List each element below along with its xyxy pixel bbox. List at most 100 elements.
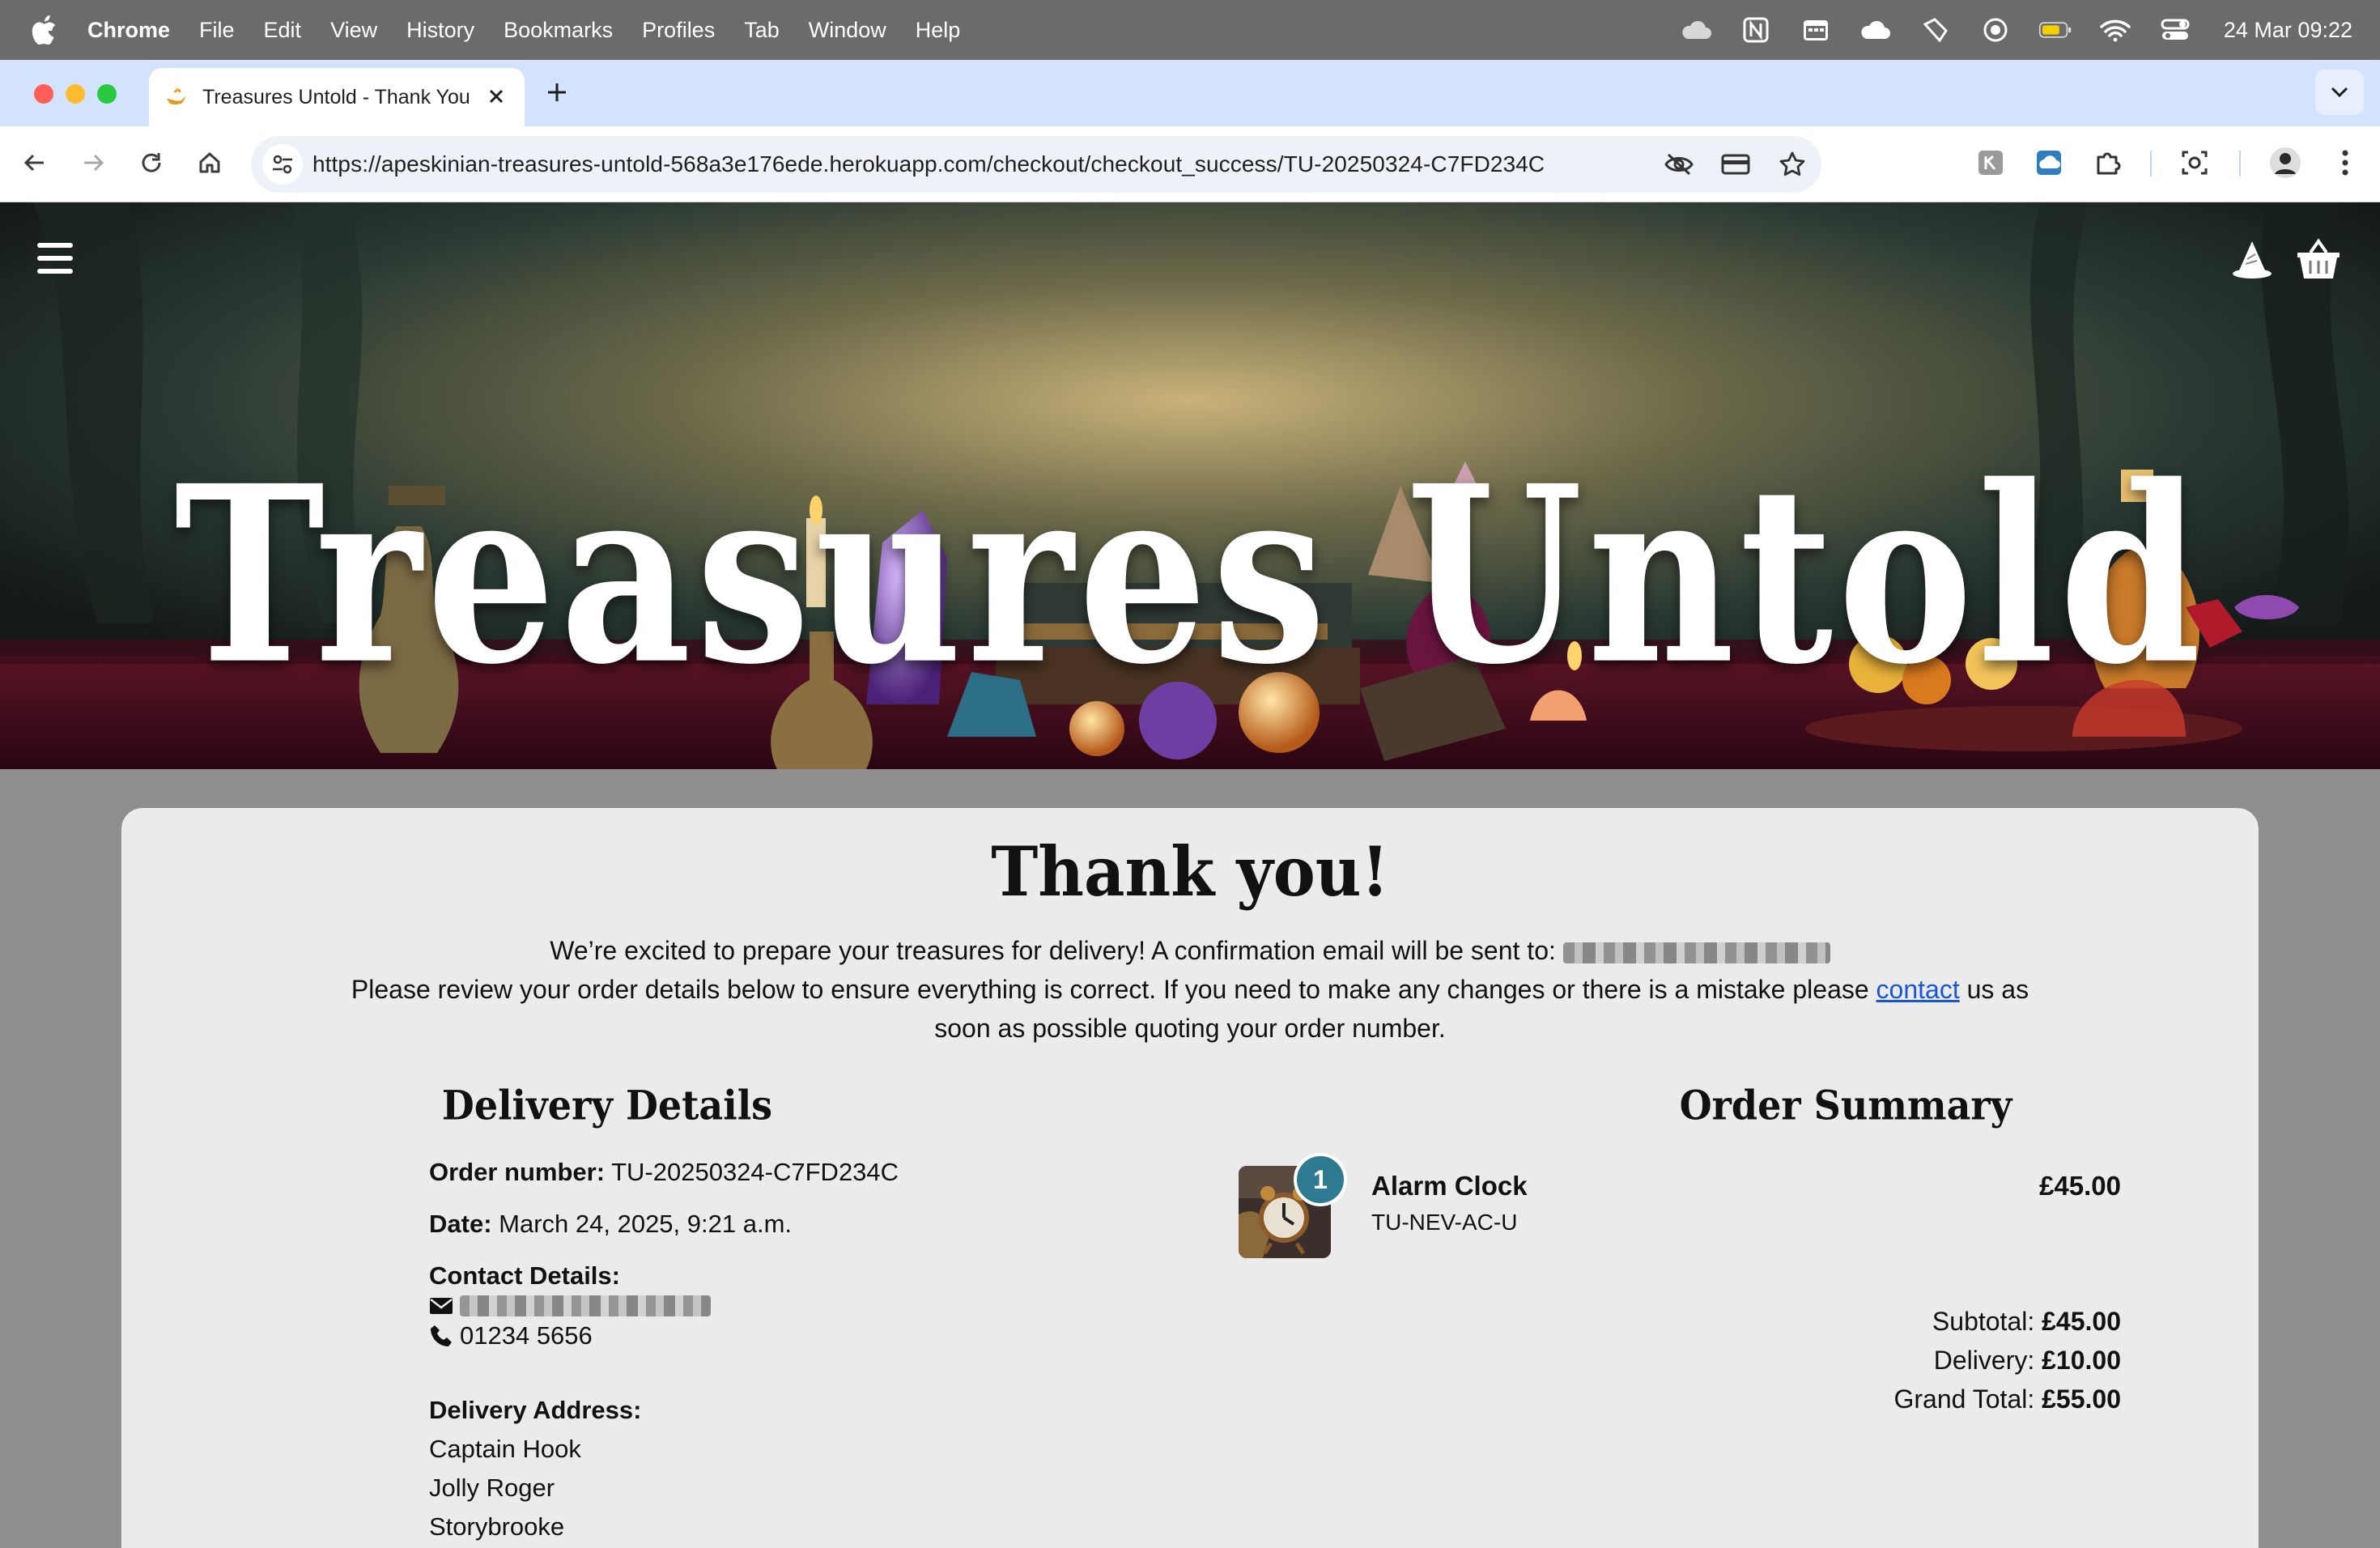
extension-cloud-icon[interactable] [2030, 144, 2068, 181]
delivery-details-title: Delivery Details [441, 1081, 773, 1129]
screenshot-icon[interactable] [2176, 144, 2213, 181]
redacted-email [1562, 942, 1830, 963]
delivery-cost-row: Delivery: £10.00 [1894, 1341, 2121, 1380]
cloud-sync-icon[interactable] [1859, 17, 1892, 43]
menu-window[interactable]: Window [809, 18, 886, 43]
order-summary-title: Order Summary [1679, 1081, 2012, 1129]
thank-you-heading: Thank you! [991, 832, 1389, 912]
new-tab-icon[interactable] [541, 76, 573, 108]
control-center-icon[interactable] [2159, 17, 2191, 43]
phone-icon [431, 1325, 452, 1346]
apple-icon[interactable] [31, 15, 58, 45]
lamp-favicon-icon [167, 87, 186, 105]
delivery-address-block: Delivery Address: Captain Hook Jolly Rog… [429, 1391, 641, 1546]
toolbar-separator [2150, 151, 2152, 176]
tab-search-button[interactable] [2315, 70, 2364, 115]
status-area: 24 Mar 09:22 [1680, 0, 2352, 60]
battery-icon[interactable] [2038, 17, 2072, 43]
shopping-basket-icon[interactable] [2296, 238, 2341, 280]
menu-profiles[interactable]: Profiles [642, 18, 715, 43]
menu-history[interactable]: History [406, 18, 474, 43]
order-number-label: Order number: [429, 1158, 606, 1186]
wifi-icon[interactable] [2099, 17, 2131, 43]
web-page: Treasures Untold Thank you! We’re excite… [0, 202, 2380, 1548]
intro-line-3: soon as possible quoting your order numb… [934, 1014, 1446, 1043]
contact-link[interactable]: contact [1876, 975, 1960, 1004]
chrome-menu-icon[interactable] [2327, 144, 2364, 181]
order-number-value: TU-20250324-C7FD234C [611, 1158, 899, 1186]
date-value: March 24, 2025, 9:21 a.m. [499, 1210, 793, 1238]
subtotal-row: Subtotal: £45.00 [1894, 1302, 2121, 1341]
extension-grey-icon[interactable] [1972, 144, 2009, 181]
grand-total-label: Grand Total: [1893, 1384, 2035, 1414]
delivery-cost-label: Delivery: [1933, 1346, 2035, 1375]
order-totals: Subtotal: £45.00 Delivery: £10.00 Grand … [1894, 1302, 2122, 1418]
intro-line-1: We’re excited to prepare your treasures … [550, 936, 1556, 965]
address-bar[interactable]: https://apeskinian-treasures-untold-568a… [251, 136, 1821, 193]
chevron-down-icon [2331, 87, 2348, 98]
order-line-item: 1 Alarm Clock TU-NEV-AC-U £45.00 [1239, 1153, 2121, 1258]
item-price: £45.00 [2039, 1171, 2121, 1201]
menu-help[interactable]: Help [916, 18, 961, 43]
grand-total-row: Grand Total: £55.00 [1894, 1380, 2122, 1418]
hamburger-menu-icon[interactable] [37, 243, 73, 275]
close-tab-icon[interactable] [484, 84, 508, 108]
grand-total-value: £55.00 [2042, 1384, 2121, 1414]
menu-file[interactable]: File [199, 18, 235, 43]
profile-avatar-icon[interactable] [2267, 144, 2304, 181]
notion-icon[interactable] [1740, 17, 1772, 43]
close-window-button[interactable] [34, 84, 53, 104]
home-icon [199, 152, 220, 173]
menu-view[interactable]: View [330, 18, 377, 43]
site-info-icon[interactable] [262, 144, 303, 185]
bookmark-star-icon[interactable] [1774, 144, 1810, 185]
phone-number: 01234 5656 [460, 1321, 593, 1350]
account-wizard-hat-icon[interactable] [2231, 238, 2273, 280]
date-label: Date: [429, 1210, 492, 1238]
menu-edit[interactable]: Edit [264, 18, 302, 43]
site-brand-title[interactable]: Treasures Untold [0, 453, 2380, 696]
reload-button[interactable] [133, 144, 170, 181]
url-text[interactable]: https://apeskinian-treasures-untold-568a… [312, 151, 1545, 177]
home-button[interactable] [191, 144, 228, 181]
confirmation-message: We’re excited to prepare your treasures … [316, 931, 2064, 1048]
back-button[interactable] [16, 144, 53, 181]
menu-app-chrome[interactable]: Chrome [87, 18, 170, 43]
order-number-row: Order number: TU-20250324-C7FD234C [429, 1153, 899, 1192]
subtotal-value: £45.00 [2042, 1307, 2121, 1336]
hero-banner: Treasures Untold [0, 202, 2380, 769]
item-name[interactable]: Alarm Clock [1371, 1171, 1528, 1201]
item-sku: TU-NEV-AC-U [1371, 1210, 1518, 1235]
menu-bookmarks[interactable]: Bookmarks [504, 18, 613, 43]
menu-tab[interactable]: Tab [744, 18, 780, 43]
eye-off-icon[interactable] [1661, 144, 1697, 185]
arrow-left-icon [23, 154, 44, 172]
address-line: Captain Hook [429, 1435, 581, 1463]
macos-menu-bar: Chrome File Edit View History Bookmarks … [0, 0, 2380, 60]
focus-icon[interactable] [1979, 17, 2012, 43]
card-icon[interactable] [1718, 144, 1753, 185]
calendar-icon[interactable] [1800, 17, 1832, 43]
extensions-puzzle-icon[interactable] [2089, 144, 2126, 181]
arrow-right-icon [84, 154, 104, 172]
envelope-icon [430, 1298, 453, 1314]
cloud-icon[interactable] [1680, 17, 1712, 43]
contact-details-label: Contact Details: [429, 1261, 620, 1290]
browser-toolbar: https://apeskinian-treasures-untold-568a… [0, 126, 2380, 202]
intro-line-2: Please review your order details below t… [351, 975, 1869, 1004]
subtotal-label: Subtotal: [1932, 1307, 2035, 1336]
flashlight-icon[interactable] [1919, 17, 1952, 43]
quantity-badge: 1 [1294, 1153, 1347, 1206]
redacted-contact-email [460, 1295, 711, 1316]
contact-details-block: Contact Details: 01234 5656 [429, 1257, 711, 1355]
minimize-window-button[interactable] [66, 84, 85, 104]
forward-button[interactable] [74, 144, 112, 181]
tab-active[interactable]: Treasures Untold - Thank You [149, 68, 525, 126]
clock[interactable]: 24 Mar 09:22 [2224, 18, 2352, 43]
intro-line-2-end: us as [1966, 975, 2029, 1004]
tab-title: Treasures Untold - Thank You [202, 85, 470, 108]
tab-strip: Treasures Untold - Thank You [0, 60, 2380, 126]
toolbar-separator [2239, 151, 2241, 176]
zoom-window-button[interactable] [97, 84, 117, 104]
address-line: Jolly Roger [429, 1474, 555, 1502]
